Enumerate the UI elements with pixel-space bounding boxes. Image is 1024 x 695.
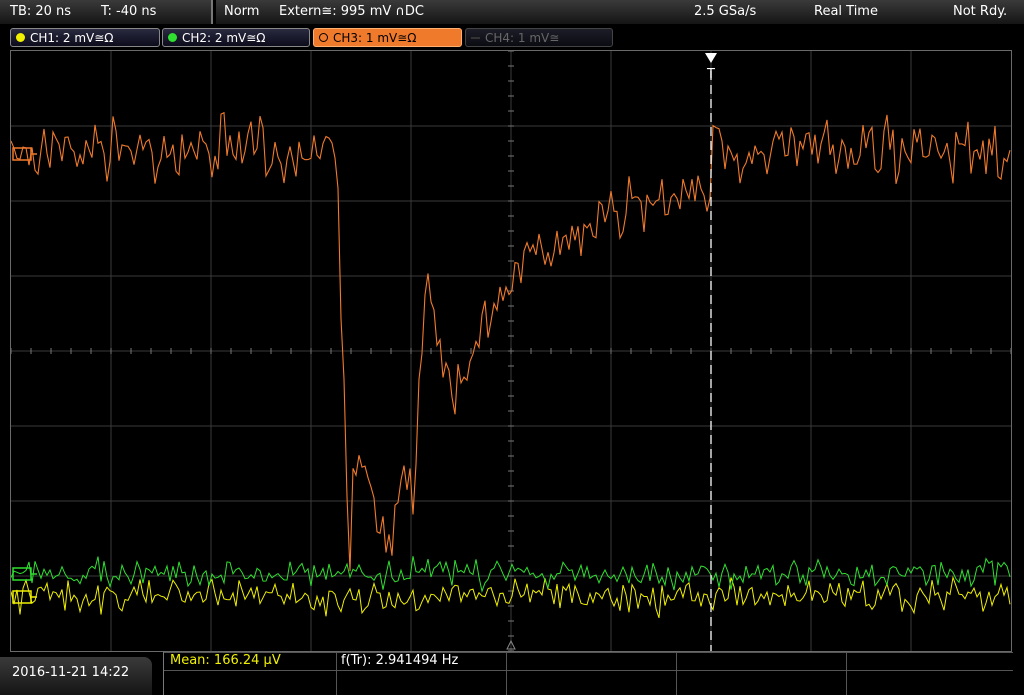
datetime: 2016-11-21 14:22 (12, 665, 130, 680)
channel-tab-ch1[interactable]: CH1: 2 mV≅Ω (10, 28, 160, 47)
channel-tab-label: CH4: 1 mV≅ (485, 31, 560, 45)
frequency-measurement[interactable]: f(Tr): 2.941494 Hz (341, 652, 458, 670)
top-bar: TB: 20 ns T: -40 ns Norm Extern≅: 995 mV… (0, 0, 1024, 24)
datetime-box: 2016-11-21 14:22 (0, 657, 152, 695)
timebase-box[interactable]: TB: 20 ns T: -40 ns (0, 0, 213, 24)
bottom-bar: 2016-11-21 14:22 Mean: 166.24 µV f(Tr): … (0, 652, 1024, 695)
ch2-indicator-icon (168, 33, 177, 42)
ch1-indicator-icon (16, 33, 25, 42)
waveform-grid: T (11, 51, 1011, 651)
trigger-offset[interactable]: T: -40 ns (101, 0, 156, 24)
ch4-indicator-icon (471, 37, 480, 39)
channel-tab-ch4[interactable]: CH4: 1 mV≅ (465, 28, 613, 47)
channel-tabs: CH1: 2 mV≅Ω CH2: 2 mV≅Ω CH3: 1 mV≅Ω CH4:… (0, 26, 1024, 48)
trigger-mode[interactable]: Norm (224, 0, 259, 24)
ch3-indicator-icon (319, 33, 328, 42)
channel-tab-ch3[interactable]: CH3: 1 mV≅Ω (313, 28, 462, 47)
channel-tab-ch2[interactable]: CH2: 2 mV≅Ω (162, 28, 310, 47)
measurement-panel[interactable]: Mean: 166.24 µV f(Tr): 2.941494 Hz (163, 652, 1013, 695)
acquisition-state: Not Rdy. (953, 4, 1008, 19)
mean-measurement[interactable]: Mean: 166.24 µV (170, 652, 281, 670)
acquisition-mode[interactable]: Real Time (814, 0, 878, 24)
channel-tab-label: CH1: 2 mV≅Ω (30, 31, 114, 45)
trigger-source[interactable]: Extern≅: 995 mV ∩DC (279, 0, 424, 24)
trigger-marker-label: T (706, 67, 715, 82)
status-bar: Norm Extern≅: 995 mV ∩DC 2.5 GSa/s Real … (216, 0, 1024, 24)
timebase-scale[interactable]: TB: 20 ns (10, 0, 71, 24)
trigger-position-icon (705, 53, 717, 63)
channel-tab-label: CH2: 2 mV≅Ω (182, 31, 266, 45)
channel-tab-label: CH3: 1 mV≅Ω (333, 31, 417, 45)
sample-rate[interactable]: 2.5 GSa/s (694, 0, 756, 24)
